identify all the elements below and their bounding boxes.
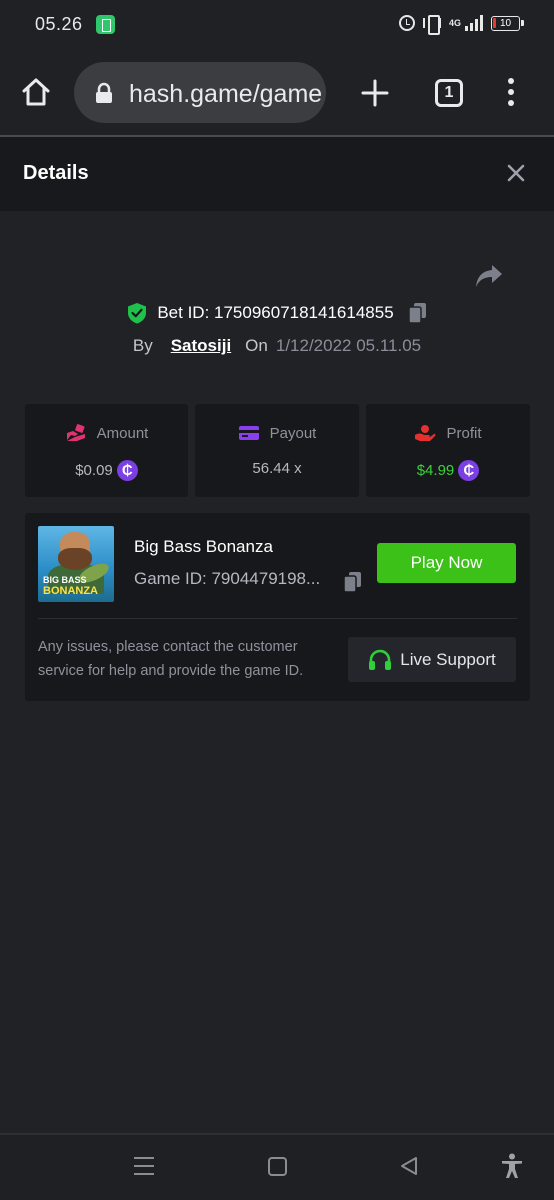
- thumbnail-text: BIG BASS: [43, 575, 87, 585]
- back-icon[interactable]: [399, 1156, 419, 1176]
- tabs-icon[interactable]: 1: [435, 79, 463, 107]
- signal-icon: [465, 15, 483, 31]
- amount-value: $0.09: [75, 462, 113, 479]
- share-icon[interactable]: [474, 262, 504, 290]
- close-icon[interactable]: [506, 163, 526, 183]
- home-nav-icon[interactable]: [268, 1157, 287, 1176]
- divider: [38, 618, 517, 619]
- payout-label: Payout: [269, 424, 317, 442]
- bet-meta-row: By Satosiji On 1/12/2022 05.11.05: [0, 336, 554, 356]
- url-bar[interactable]: hash.game/game: [74, 62, 326, 123]
- live-support-label: Live Support: [400, 649, 496, 669]
- battery-level: 10: [499, 17, 512, 29]
- coin-icon: ₵: [116, 460, 138, 481]
- profit-icon: [415, 425, 436, 441]
- plus-icon[interactable]: [360, 78, 390, 108]
- tab-count: 1: [444, 84, 454, 101]
- status-time: 05.26: [35, 14, 83, 34]
- home-icon[interactable]: [20, 76, 52, 108]
- coin-symbol: ₵: [463, 462, 475, 479]
- by-label: By: [132, 336, 153, 355]
- profit-label: Profit: [446, 424, 482, 442]
- status-icons: 4G 10: [398, 14, 524, 35]
- play-now-button[interactable]: Play Now: [377, 543, 516, 583]
- amount-label: Amount: [96, 424, 149, 442]
- game-thumbnail[interactable]: BIG BASS BONANZA: [38, 526, 114, 602]
- alarm-icon: [398, 15, 415, 31]
- battery-app-icon: [96, 15, 115, 34]
- shield-check-icon: [128, 303, 147, 324]
- bet-date: 1/12/2022 05.11.05: [275, 336, 422, 355]
- more-vert-icon[interactable]: [506, 78, 516, 106]
- game-card: BIG BASS BONANZA Big Bass Bonanza Game I…: [25, 513, 530, 701]
- username-link[interactable]: Satosiji: [171, 336, 231, 356]
- vibrate-icon: [422, 14, 441, 35]
- url-text: hash.game/game: [129, 80, 323, 108]
- amount-icon: [66, 424, 85, 441]
- network-type: 4G: [448, 17, 461, 28]
- support-message: Any issues, please contact the customer …: [38, 639, 304, 679]
- headset-icon: [369, 649, 392, 670]
- payout-value: 56.44 x: [252, 460, 302, 477]
- recents-icon[interactable]: [134, 1157, 154, 1175]
- profit-value: $4.99: [416, 462, 455, 479]
- details-header: Details: [0, 137, 554, 211]
- thumbnail-text: BONANZA: [43, 585, 98, 597]
- game-id: Game ID: 7904479198...: [134, 569, 321, 588]
- bet-id: Bet ID: 1750960718141614855: [157, 303, 394, 322]
- battery-icon: 10: [491, 15, 524, 31]
- payout-card-icon: [238, 426, 259, 440]
- copy-icon[interactable]: [343, 571, 362, 593]
- copy-icon[interactable]: [407, 302, 427, 324]
- live-support-button[interactable]: Live Support: [348, 637, 516, 682]
- coin-symbol: ₵: [121, 462, 133, 479]
- page-title: Details: [23, 162, 89, 184]
- on-label: On: [245, 336, 268, 355]
- game-name: Big Bass Bonanza: [134, 537, 273, 556]
- lock-icon: [96, 82, 112, 103]
- amount-card: Amount $0.09 ₵: [25, 404, 188, 497]
- status-bar: 05.26 4G 10: [0, 0, 554, 50]
- payout-card: Payout 56.44 x: [195, 404, 359, 497]
- profit-card: Profit $4.99 ₵: [366, 404, 530, 497]
- accessibility-icon[interactable]: [501, 1153, 523, 1179]
- coin-icon: ₵: [458, 460, 480, 481]
- bet-id-row: Bet ID: 1750960718141614855: [0, 302, 554, 324]
